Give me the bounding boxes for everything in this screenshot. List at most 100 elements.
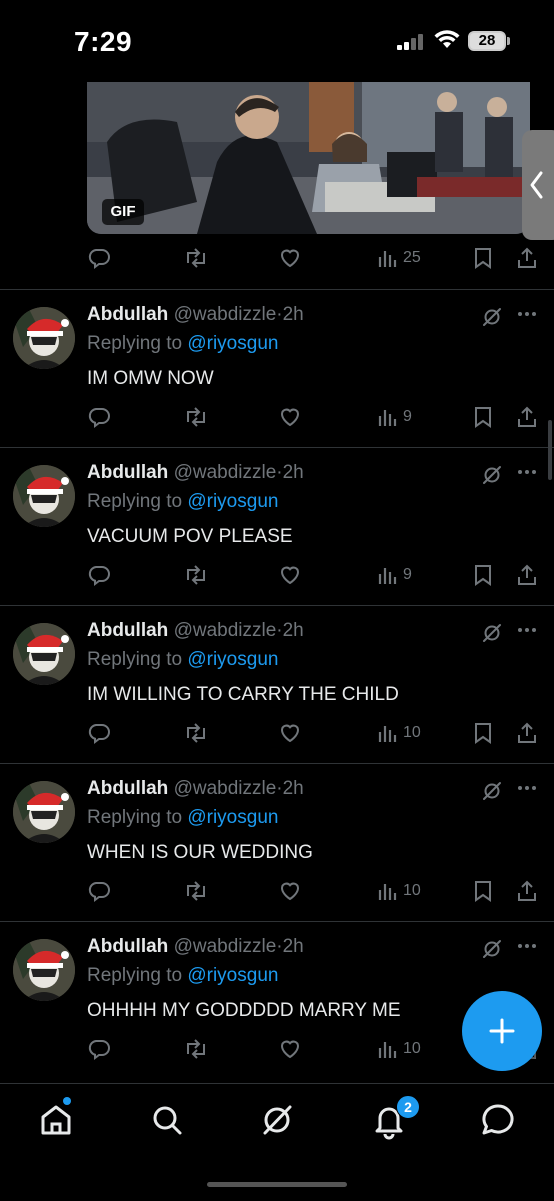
author-name[interactable]: Abdullah — [87, 304, 168, 325]
views-button[interactable]: 10 — [377, 720, 421, 746]
replying-to: Replying to @riyosgun — [87, 807, 278, 829]
retweet-button[interactable] — [183, 404, 209, 430]
author-handle[interactable]: @wabdizzle — [174, 778, 277, 799]
reply-icon — [88, 249, 110, 269]
bookmark-button[interactable] — [472, 720, 494, 746]
retweet-button[interactable] — [183, 720, 209, 746]
more-icon[interactable] — [518, 312, 536, 316]
like-icon — [280, 882, 300, 901]
gif-media[interactable] — [87, 82, 530, 234]
author-name[interactable]: Abdullah — [87, 778, 168, 799]
tweet-actions: 9 — [87, 404, 547, 434]
nav-search[interactable] — [147, 1100, 187, 1140]
reply-icon — [88, 882, 110, 902]
more-icon[interactable] — [518, 628, 536, 632]
share-button[interactable] — [515, 245, 539, 271]
views-count: 10 — [403, 882, 421, 899]
views-button[interactable]: 9 — [377, 562, 412, 588]
tweet-time[interactable]: 2h — [283, 620, 304, 641]
like-icon — [280, 249, 300, 268]
reply-button[interactable] — [87, 404, 111, 430]
like-button[interactable] — [278, 720, 302, 746]
grok-icon[interactable] — [481, 622, 503, 644]
share-button[interactable] — [515, 404, 539, 430]
share-button[interactable] — [515, 562, 539, 588]
retweet-icon — [187, 723, 205, 743]
like-icon — [280, 408, 300, 427]
author-name[interactable]: Abdullah — [87, 936, 168, 957]
tweet[interactable]: Abdullah @wabdizzle·2h Replying to @riyo… — [0, 289, 554, 448]
grok-icon[interactable] — [481, 464, 503, 486]
share-icon — [518, 880, 536, 901]
mention-link[interactable]: @riyosgun — [187, 965, 278, 986]
share-icon — [518, 564, 536, 585]
tweet[interactable]: Abdullah @wabdizzle·2h Replying to @riyo… — [0, 605, 554, 764]
reply-button[interactable] — [87, 562, 111, 588]
views-button[interactable]: 10 — [377, 878, 421, 904]
nav-grok[interactable] — [257, 1100, 297, 1140]
tweet-time[interactable]: 2h — [283, 462, 304, 483]
like-button[interactable] — [278, 245, 302, 271]
nav-home[interactable] — [36, 1100, 76, 1140]
share-icon — [518, 247, 536, 268]
bookmark-button[interactable] — [472, 245, 494, 271]
avatar[interactable] — [13, 465, 75, 527]
share-button[interactable] — [515, 878, 539, 904]
side-drawer-handle[interactable] — [522, 130, 554, 240]
more-icon[interactable] — [518, 786, 536, 790]
avatar[interactable] — [13, 623, 75, 685]
mention-link[interactable]: @riyosgun — [187, 807, 278, 828]
reply-icon — [88, 566, 110, 586]
tweet-time[interactable]: 2h — [283, 778, 304, 799]
retweet-button[interactable] — [183, 562, 209, 588]
views-button[interactable]: 9 — [377, 404, 412, 430]
retweet-button[interactable] — [183, 1036, 209, 1062]
nav-messages[interactable] — [478, 1100, 518, 1140]
avatar[interactable] — [13, 939, 75, 1001]
grok-icon[interactable] — [481, 938, 503, 960]
author-handle[interactable]: @wabdizzle — [174, 462, 277, 483]
retweet-icon — [187, 407, 205, 427]
mention-link[interactable]: @riyosgun — [187, 649, 278, 670]
bookmark-icon — [475, 407, 491, 428]
views-button[interactable]: 10 — [377, 1036, 421, 1062]
author-name[interactable]: Abdullah — [87, 462, 168, 483]
more-icon[interactable] — [518, 470, 536, 474]
like-button[interactable] — [278, 878, 302, 904]
reply-button[interactable] — [87, 1036, 111, 1062]
replying-label: Replying to — [87, 807, 183, 828]
retweet-button[interactable] — [183, 245, 209, 271]
views-count: 25 — [403, 249, 421, 266]
like-button[interactable] — [278, 1036, 302, 1062]
mention-link[interactable]: @riyosgun — [187, 333, 278, 354]
tweet-time[interactable]: 2h — [283, 304, 304, 325]
bookmark-button[interactable] — [472, 562, 494, 588]
tweet-time[interactable]: 2h — [283, 936, 304, 957]
like-button[interactable] — [278, 562, 302, 588]
tweet[interactable]: Abdullah @wabdizzle·2h Replying to @riyo… — [0, 763, 554, 922]
share-button[interactable] — [515, 720, 539, 746]
author-handle[interactable]: @wabdizzle — [174, 936, 277, 957]
author-handle[interactable]: @wabdizzle — [174, 620, 277, 641]
grok-icon[interactable] — [481, 306, 503, 328]
tweet[interactable]: Abdullah @wabdizzle·2h Replying to @riyo… — [0, 447, 554, 606]
author-name[interactable]: Abdullah — [87, 620, 168, 641]
reply-button[interactable] — [87, 720, 111, 746]
avatar[interactable] — [13, 781, 75, 843]
reply-button[interactable] — [87, 878, 111, 904]
replying-label: Replying to — [87, 965, 183, 986]
views-icon — [378, 726, 397, 742]
grok-icon[interactable] — [481, 780, 503, 802]
avatar[interactable] — [13, 307, 75, 369]
reply-button[interactable] — [87, 245, 111, 271]
like-button[interactable] — [278, 404, 302, 430]
mention-link[interactable]: @riyosgun — [187, 491, 278, 512]
bookmark-button[interactable] — [472, 878, 494, 904]
bookmark-button[interactable] — [472, 404, 494, 430]
views-button[interactable]: 25 — [377, 245, 421, 271]
more-icon[interactable] — [518, 944, 536, 948]
author-handle[interactable]: @wabdizzle — [174, 304, 277, 325]
retweet-button[interactable] — [183, 878, 209, 904]
scrollbar[interactable] — [548, 420, 552, 480]
compose-button[interactable] — [462, 991, 542, 1071]
